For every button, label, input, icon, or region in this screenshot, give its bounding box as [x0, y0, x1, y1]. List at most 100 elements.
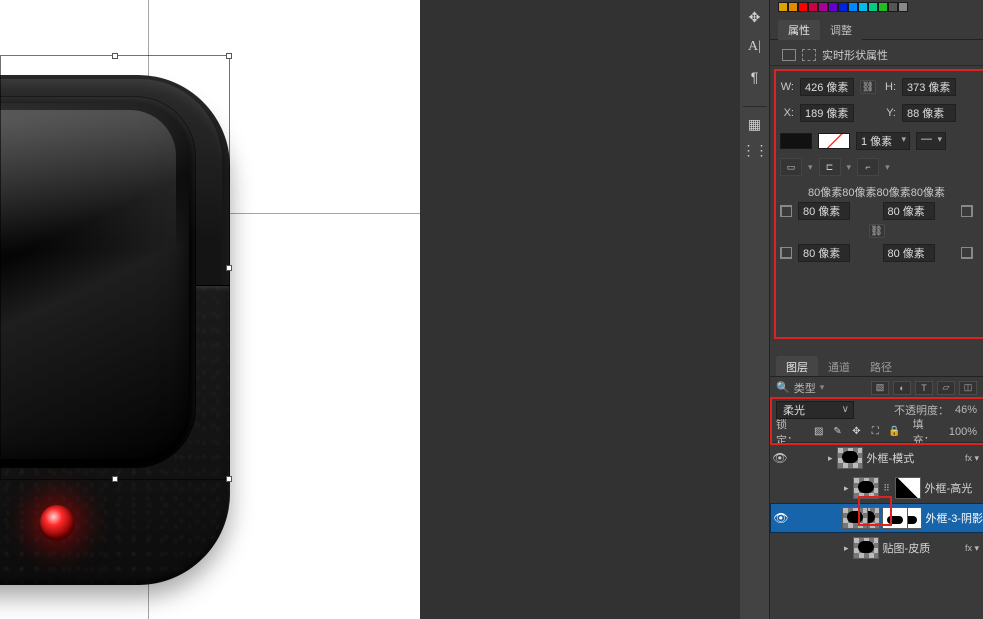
stroke-align-button[interactable]: ▭	[780, 158, 802, 176]
properties-panel: 实时形状属性 W: ⛓ H: X: Y:	[770, 44, 983, 350]
layer-thumb[interactable]	[853, 537, 879, 559]
swatch[interactable]	[848, 2, 858, 12]
layer-filter-row: 🔍 类型 ▾ ▧ ◐ T ▱ ◫	[770, 377, 983, 399]
power-led	[40, 505, 74, 539]
expand-icon[interactable]: ▸	[844, 543, 849, 554]
fill-color-swatch[interactable]	[780, 133, 812, 149]
tab-channels[interactable]: 通道	[818, 356, 860, 376]
w-label: W:	[780, 81, 794, 93]
tab-paths[interactable]: 路径	[860, 356, 902, 376]
tab-adjustments[interactable]: 调整	[820, 20, 862, 40]
width-input[interactable]	[800, 78, 854, 96]
y-input[interactable]	[902, 104, 956, 122]
link-wh-icon[interactable]: ⛓	[860, 80, 876, 94]
fx-badge[interactable]: fx ▾	[965, 453, 979, 464]
fill-value[interactable]: 100%	[949, 426, 977, 438]
layer-thumb[interactable]	[837, 447, 863, 469]
layer-row[interactable]: 👁 ▸ 外框-模式 fx ▾	[770, 443, 983, 473]
filter-shape-icon[interactable]: ▱	[937, 381, 955, 395]
pointer-tool-icon[interactable]: ✥	[746, 8, 764, 26]
canvas-artwork	[0, 0, 420, 619]
swatch[interactable]	[818, 2, 828, 12]
swatch[interactable]	[838, 2, 848, 12]
layer-name[interactable]: 外框-3-阴影	[926, 510, 983, 526]
swatch[interactable]	[878, 2, 888, 12]
stroke-color-swatch[interactable]	[818, 133, 850, 149]
corner-tl-icon[interactable]	[780, 205, 792, 217]
corner-bottom-row	[780, 244, 973, 262]
transform-bounds[interactable]	[0, 55, 230, 480]
corner-tl-input[interactable]	[798, 202, 850, 220]
pattern-panel-icon[interactable]: ▦	[746, 115, 764, 133]
vertical-tool-dock: ✥ A| ¶ ▦ ⋮⋮	[740, 0, 770, 619]
character-panel-icon[interactable]: A|	[746, 38, 764, 56]
size-row: W: ⛓ H:	[780, 78, 973, 96]
layer-name[interactable]: 外框-模式	[867, 450, 915, 466]
canvas-area[interactable]	[0, 0, 420, 619]
more-panel-icon[interactable]: ⋮⋮	[746, 141, 764, 159]
y-label: Y:	[882, 107, 896, 119]
lock-paint-icon[interactable]: ✎	[831, 425, 844, 439]
paragraph-panel-icon[interactable]: ¶	[746, 68, 764, 86]
swatch[interactable]	[888, 2, 898, 12]
search-icon[interactable]: 🔍	[776, 381, 790, 394]
swatch[interactable]	[868, 2, 878, 12]
annotation-red-frame-mask	[858, 496, 892, 526]
corner-bl-icon[interactable]	[780, 247, 792, 259]
shape-props-icon	[782, 49, 796, 61]
expand-icon[interactable]: ▸	[828, 453, 833, 464]
filter-pixel-icon[interactable]: ▧	[871, 381, 889, 395]
tab-layers[interactable]: 图层	[776, 356, 818, 376]
visibility-toggle[interactable]: 👁	[770, 451, 790, 465]
swatch[interactable]	[788, 2, 798, 12]
stroke-cap-button[interactable]: ⊏	[819, 158, 841, 176]
swatch[interactable]	[798, 2, 808, 12]
visibility-toggle[interactable]: 👁	[771, 511, 791, 525]
stroke-style-select[interactable]: —	[916, 132, 946, 150]
filter-adjust-icon[interactable]: ◐	[893, 381, 911, 395]
mask-link-icon[interactable]: ⠿	[883, 483, 891, 494]
x-input[interactable]	[800, 104, 854, 122]
corner-br-input[interactable]	[883, 244, 935, 262]
layer-row[interactable]: ▸ 贴图-皮质 fx ▾	[770, 533, 983, 563]
filter-type-label[interactable]: 类型	[794, 380, 816, 396]
layer-name[interactable]: 外框-高光	[925, 480, 973, 496]
lock-position-icon[interactable]: ✥	[850, 425, 863, 439]
stroke-options-row: ▭ ▾ ⊏ ▾ ⌐ ▾	[780, 158, 973, 176]
mask-thumb[interactable]	[895, 477, 921, 499]
layers-tabs: 图层 通道 路径	[770, 356, 983, 376]
x-label: X:	[780, 107, 794, 119]
filter-type-icon[interactable]: T	[915, 381, 933, 395]
swatch[interactable]	[858, 2, 868, 12]
height-input[interactable]	[902, 78, 956, 96]
fx-badge[interactable]: fx ▾	[965, 543, 979, 554]
stroke-corner-button[interactable]: ⌐	[857, 158, 879, 176]
corner-tr-icon[interactable]	[961, 205, 973, 217]
corner-tr-input[interactable]	[883, 202, 935, 220]
lock-transparency-icon[interactable]: ▨	[812, 425, 825, 439]
stroke-width-select[interactable]: 1 像素	[856, 132, 910, 150]
tab-properties[interactable]: 属性	[778, 20, 820, 40]
properties-tabs: 属性 调整	[770, 20, 983, 40]
swatches-strip[interactable]	[778, 0, 983, 14]
mask-props-icon	[802, 49, 816, 61]
corner-bl-input[interactable]	[798, 244, 850, 262]
swatch[interactable]	[778, 2, 788, 12]
swatch[interactable]	[828, 2, 838, 12]
layers-panel: 🔍 类型 ▾ ▧ ◐ T ▱ ◫ 柔光 不透明度： 46% 锁定： ▨ ✎ ✥	[770, 376, 983, 619]
lock-artboard-icon[interactable]: ⛶	[869, 425, 882, 439]
swatch[interactable]	[898, 2, 908, 12]
corner-br-icon[interactable]	[961, 247, 973, 259]
layer-name[interactable]: 贴图-皮质	[883, 540, 931, 556]
expand-icon[interactable]: ▸	[844, 483, 849, 494]
lock-all-icon[interactable]: 🔒	[888, 425, 901, 439]
corner-summary-label: 80像素80像素80像素80像素	[780, 184, 973, 200]
opacity-value[interactable]: 46%	[955, 404, 977, 416]
layer-list[interactable]: 👁▸外框-模式fx ▾▸⠿外框-高光👁▸⠿外框-3-阴影👁▸⠿贴图-皮质 拷fx…	[770, 443, 983, 619]
filter-smart-icon[interactable]: ◫	[959, 381, 977, 395]
swatch[interactable]	[808, 2, 818, 12]
link-corners-icon[interactable]: ⛓	[869, 224, 885, 238]
corner-top-row	[780, 202, 973, 220]
position-row: X: Y:	[780, 104, 973, 122]
blend-mode-select[interactable]: 柔光	[776, 401, 854, 419]
